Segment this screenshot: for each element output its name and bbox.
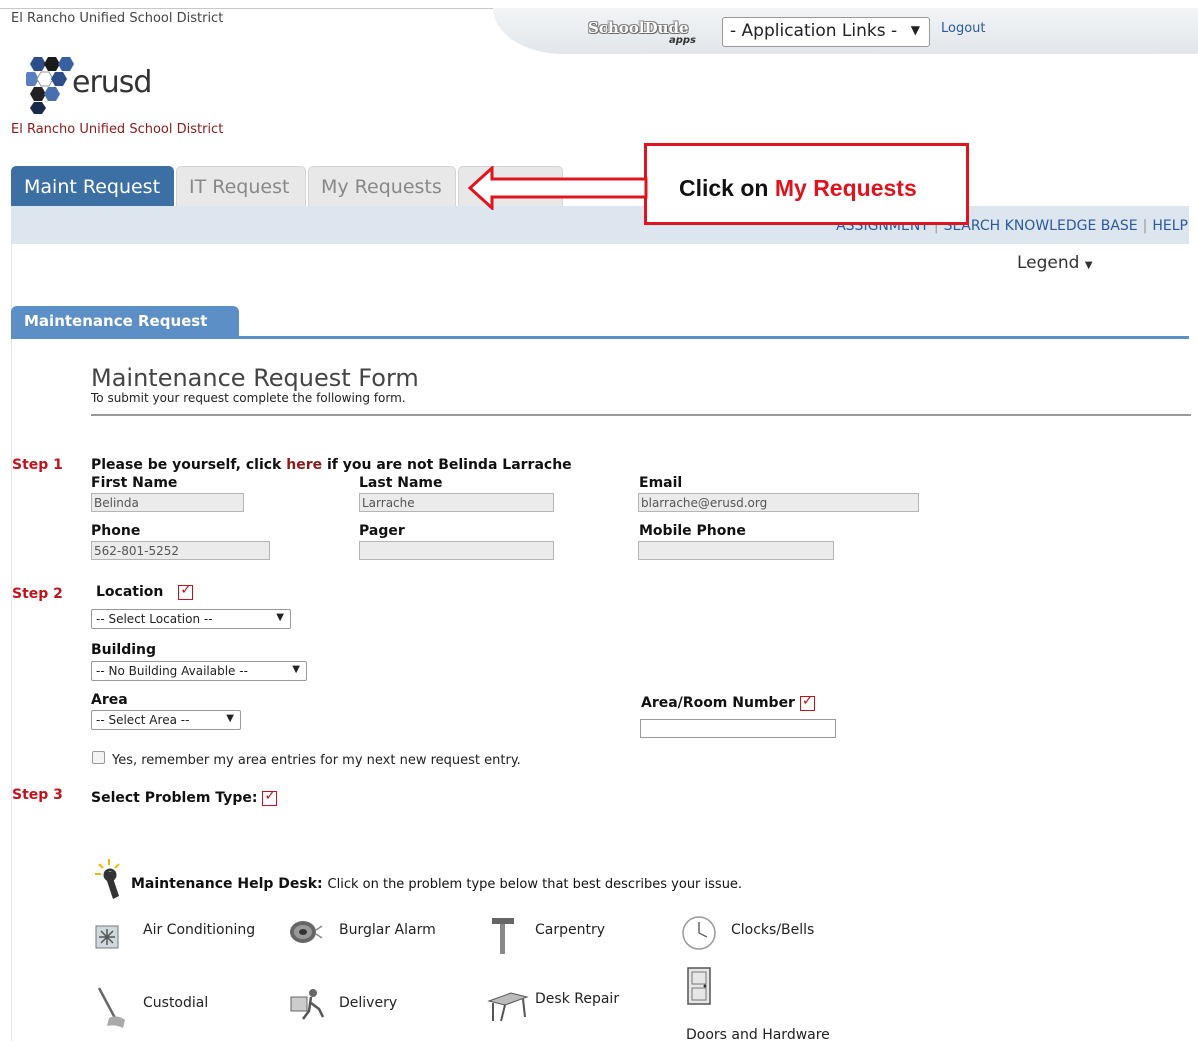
required-check-icon — [799, 693, 815, 711]
identity-prompt-suffix: if you are not Belinda Larrache — [322, 457, 572, 473]
required-check-icon — [262, 788, 278, 806]
mobile-phone-field[interactable] — [638, 541, 834, 560]
legend-label: Legend — [1017, 253, 1080, 273]
helpdesk-title-text: Maintenance Help Desk: — [131, 876, 323, 892]
form-subtitle: To submit your request complete the foll… — [91, 391, 406, 405]
hexagon-logo-icon — [23, 57, 74, 114]
clock-icon — [682, 916, 716, 950]
desk-repair-label: Desk Repair — [535, 991, 620, 1007]
caret-down-icon: ▼ — [276, 612, 284, 623]
callout-prefix: Click on — [679, 175, 775, 201]
room-number-field[interactable] — [640, 719, 836, 738]
step-3-label: Step 3 — [12, 787, 63, 803]
pager-field[interactable] — [359, 541, 554, 560]
first-name-field[interactable]: Belinda — [91, 493, 244, 512]
area-select[interactable]: -- Select Area -- ▼ — [91, 710, 241, 730]
first-name-label: First Name — [91, 475, 178, 491]
form-title: Maintenance Request Form — [91, 364, 419, 392]
application-links-label: - Application Links - — [730, 21, 898, 41]
content-border — [11, 244, 12, 1041]
section-tab: Maintenance Request — [11, 306, 239, 337]
air-conditioning-label: Air Conditioning — [143, 922, 256, 938]
section-rule — [11, 336, 1189, 339]
room-label-group: Area/Room Number — [641, 693, 815, 711]
area-select-value: -- Select Area -- — [96, 713, 190, 727]
last-name-label: Last Name — [359, 475, 443, 491]
logo-wordmark: erusd — [72, 65, 152, 100]
form-rule — [91, 414, 1191, 416]
location-label-group: Location — [96, 582, 194, 600]
snowflake-icon — [95, 925, 119, 949]
wrench-icon — [95, 859, 120, 899]
legend-dropdown[interactable]: Legend ▼ — [1017, 253, 1093, 273]
district-name: El Rancho Unified School District — [11, 11, 224, 26]
caret-down-icon: ▼ — [292, 664, 300, 675]
required-check-icon — [178, 582, 194, 600]
instruction-callout: Click on My Requests — [644, 143, 969, 225]
helpdesk-title: Maintenance Help Desk: Click on the prob… — [131, 876, 742, 892]
search-kb-link[interactable]: SEARCH KNOWLEDGE BASE — [944, 218, 1138, 234]
district-subtitle: El Rancho Unified School District — [11, 122, 224, 137]
help-link[interactable]: HELP — [1152, 218, 1188, 234]
building-select[interactable]: -- No Building Available -- ▼ — [91, 661, 307, 681]
callout-highlight: My Requests — [774, 175, 917, 201]
room-label: Area/Room Number — [641, 695, 795, 711]
caret-down-icon: ▼ — [1084, 260, 1093, 271]
pager-label: Pager — [359, 523, 405, 539]
clocks-bells-label: Clocks/Bells — [731, 922, 815, 938]
location-label: Location — [96, 584, 164, 600]
problem-type-label: Select Problem Type: — [91, 790, 258, 806]
tab-maint-request[interactable]: Maint Request — [11, 166, 174, 206]
problem-type-label-group: Select Problem Type: — [91, 788, 278, 806]
door-icon — [687, 967, 711, 1005]
helpdesk-description: Click on the problem type below that bes… — [327, 877, 743, 892]
delivery-label: Delivery — [339, 995, 398, 1011]
tab-it-request[interactable]: IT Request — [176, 166, 306, 206]
phone-field[interactable]: 562-801-5252 — [91, 541, 270, 560]
identity-prompt: Please be yourself, click here if you ar… — [91, 457, 572, 473]
logout-link[interactable]: Logout — [941, 21, 986, 36]
mop-icon — [97, 987, 125, 1028]
caret-down-icon: ▼ — [910, 23, 920, 37]
mobile-phone-label: Mobile Phone — [639, 523, 746, 539]
building-select-value: -- No Building Available -- — [96, 664, 248, 678]
phone-label: Phone — [91, 523, 141, 539]
schooldude-apps-text: apps — [668, 35, 696, 46]
erusd-logo: erusd — [23, 55, 176, 115]
last-name-field[interactable]: Larrache — [359, 493, 554, 512]
identity-prompt-prefix: Please be yourself, click — [91, 457, 287, 473]
location-select-value: -- Select Location -- — [96, 612, 213, 626]
schooldude-logo: SchoolDude apps — [588, 19, 698, 49]
burglar-alarm-label: Burglar Alarm — [339, 922, 436, 938]
area-label: Area — [91, 692, 128, 708]
step-2-label: Step 2 — [12, 586, 63, 602]
application-links-select[interactable]: - Application Links - ▼ — [722, 17, 930, 47]
desk-icon — [487, 992, 529, 1022]
dolly-icon — [290, 989, 325, 1020]
caret-down-icon: ▼ — [226, 713, 234, 724]
carpentry-label: Carpentry — [535, 922, 606, 938]
tab-my-requests[interactable]: My Requests — [308, 166, 456, 206]
remember-label: Yes, remember my area entries for my nex… — [112, 753, 521, 768]
here-link[interactable]: here — [286, 457, 322, 473]
location-select[interactable]: -- Select Location -- ▼ — [91, 609, 291, 629]
alarm-icon — [290, 921, 323, 943]
hammer-icon — [492, 918, 514, 954]
building-label: Building — [91, 642, 157, 658]
step-1-label: Step 1 — [12, 457, 63, 473]
email-field[interactable]: blarrache@erusd.org — [638, 493, 919, 512]
custodial-label: Custodial — [143, 995, 209, 1011]
doors-hardware-label: Doors and Hardware — [686, 1027, 830, 1041]
email-label: Email — [639, 475, 683, 491]
remember-checkbox[interactable] — [92, 751, 105, 764]
arrow-left-icon — [467, 166, 648, 210]
